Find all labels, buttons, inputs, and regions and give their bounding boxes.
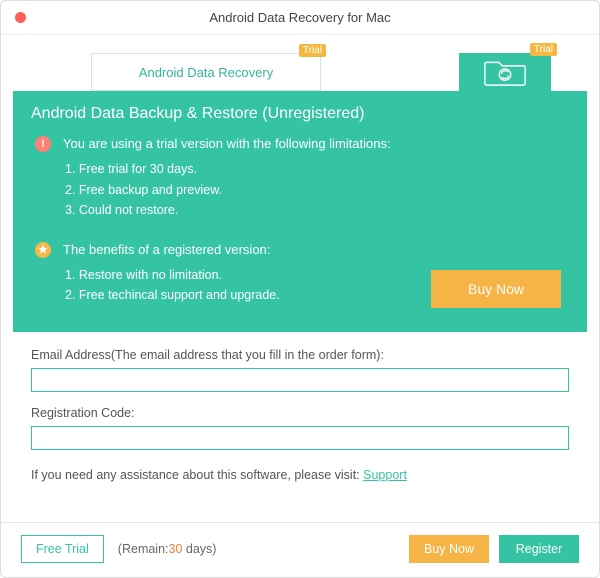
trial-badge: Trial xyxy=(299,44,326,57)
assist-text: If you need any assistance about this so… xyxy=(31,468,569,482)
tab-label: Android Data Recovery xyxy=(139,65,273,80)
tab-data-recovery[interactable]: Android Data Recovery Trial xyxy=(91,53,321,91)
email-label: Email Address(The email address that you… xyxy=(31,348,569,362)
buy-now-button[interactable]: Buy Now xyxy=(431,270,561,308)
free-trial-button[interactable]: Free Trial xyxy=(21,535,104,563)
panel-heading: Android Data Backup & Restore (Unregiste… xyxy=(31,105,569,123)
list-item: 2. Free techincal support and upgrade. xyxy=(65,287,280,305)
info-panel: Android Data Backup & Restore (Unregiste… xyxy=(13,91,587,332)
list-item: 2. Free backup and preview. xyxy=(65,182,391,200)
alert-icon: ! xyxy=(35,136,51,152)
trial-limitations: ! You are using a trial version with the… xyxy=(31,135,569,223)
remain-days: (Remain:30 days) xyxy=(118,542,217,556)
footer: Free Trial (Remain:30 days) Buy Now Regi… xyxy=(1,522,599,577)
list-item: 3. Could not restore. xyxy=(65,202,391,220)
titlebar: Android Data Recovery for Mac xyxy=(1,1,599,35)
support-link[interactable]: Support xyxy=(363,468,407,482)
tab-backup-restore[interactable]: Trial xyxy=(459,53,551,91)
list-item: 1. Free trial for 30 days. xyxy=(65,161,391,179)
block-head: The benefits of a registered version: xyxy=(63,241,280,259)
app-window: Android Data Recovery for Mac Android Da… xyxy=(0,0,600,578)
code-label: Registration Code: xyxy=(31,406,569,420)
folder-refresh-icon xyxy=(484,56,526,88)
star-icon: ★ xyxy=(35,242,51,258)
tabs-row: Android Data Recovery Trial Trial xyxy=(1,53,599,91)
registration-form: Email Address(The email address that you… xyxy=(13,348,587,494)
window-title: Android Data Recovery for Mac xyxy=(1,10,599,25)
buy-now-button-footer[interactable]: Buy Now xyxy=(409,535,489,563)
list-item: 1. Restore with no limitation. xyxy=(65,267,280,285)
register-button[interactable]: Register xyxy=(499,535,579,563)
email-field[interactable] xyxy=(31,368,569,392)
block-head: You are using a trial version with the f… xyxy=(63,135,391,153)
registration-code-field[interactable] xyxy=(31,426,569,450)
trial-badge: Trial xyxy=(530,43,557,56)
